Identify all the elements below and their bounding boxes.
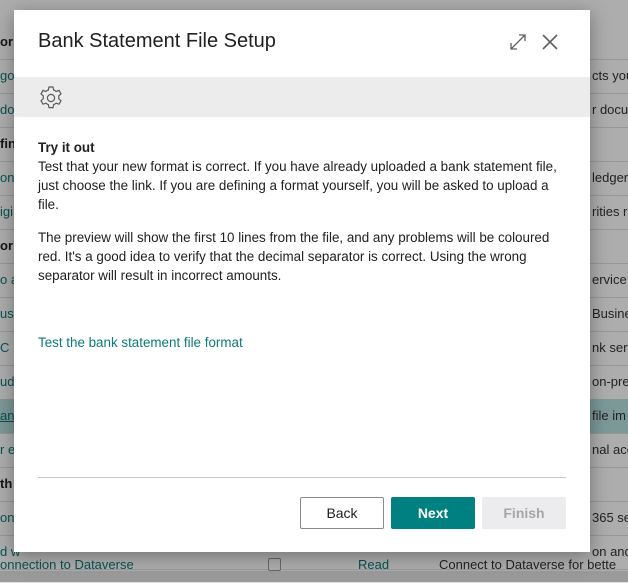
gear-icon: [40, 86, 62, 109]
section-heading: Try it out: [38, 140, 95, 155]
expand-icon: [510, 34, 526, 50]
close-button[interactable]: [538, 30, 562, 54]
dialog-title: Bank Statement File Setup: [38, 30, 276, 52]
finish-button: Finish: [482, 497, 566, 529]
test-format-link[interactable]: Test the bank statement file format: [38, 335, 243, 350]
back-button[interactable]: Back: [300, 497, 384, 529]
bank-statement-setup-dialog: Bank Statement File Setup Try it out Tes…: [14, 10, 590, 552]
dialog-banner: [14, 77, 590, 117]
next-button[interactable]: Next: [391, 497, 475, 529]
instructions-paragraph: Test that your new format is correct. If…: [38, 159, 557, 212]
close-icon: [542, 34, 558, 50]
dialog-content: Try it out Test that your new format is …: [38, 138, 568, 299]
footer-divider: [38, 477, 566, 478]
expand-button[interactable]: [506, 30, 530, 54]
preview-paragraph: The preview will show the first 10 lines…: [38, 230, 550, 283]
